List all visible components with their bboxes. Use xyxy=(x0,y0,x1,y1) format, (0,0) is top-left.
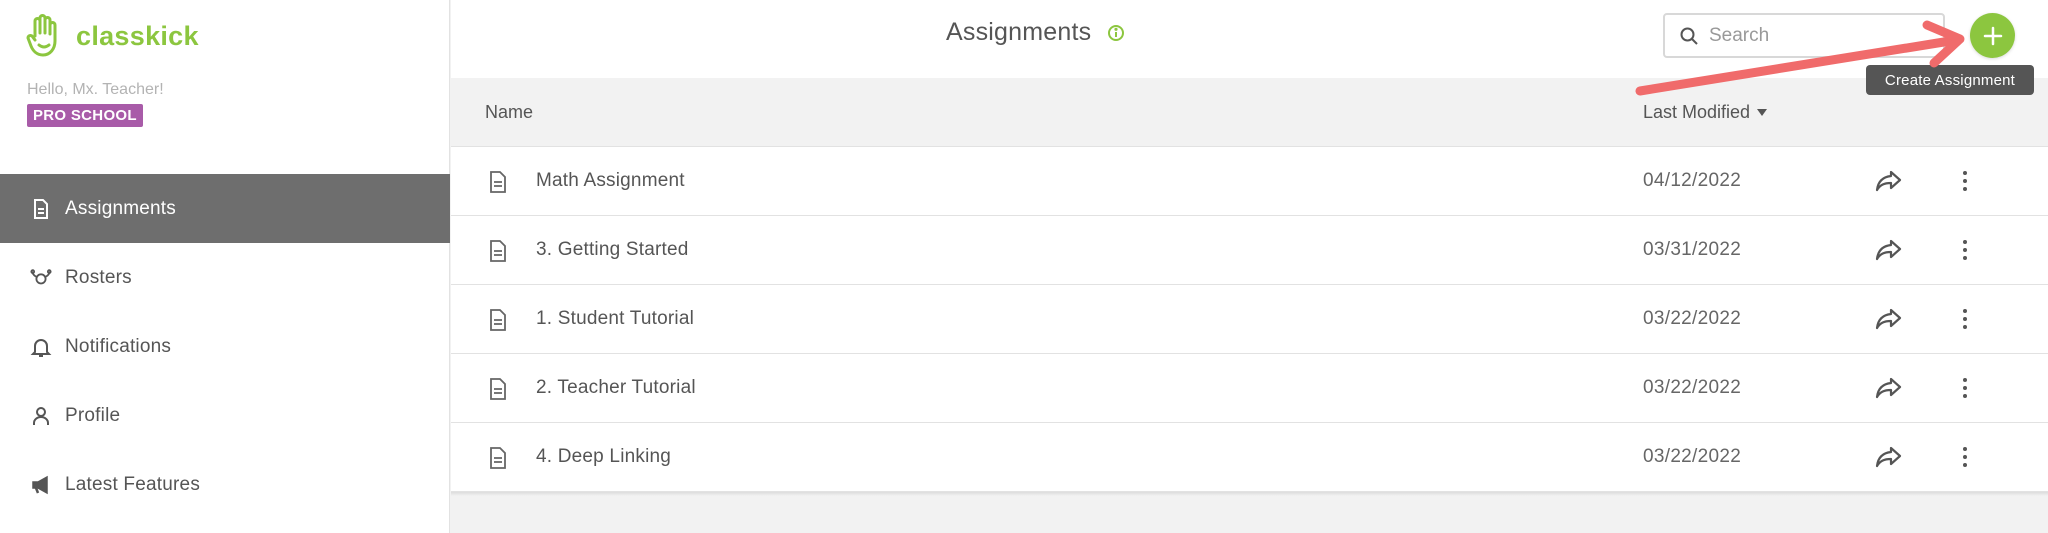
table-row[interactable]: 1. Student Tutorial 03/22/2022 xyxy=(451,285,2048,354)
hand-logo-icon xyxy=(26,14,57,57)
page-title-group: Assignments xyxy=(946,18,1125,47)
table-row[interactable]: 3. Getting Started 03/31/2022 xyxy=(451,216,2048,285)
sidebar-item-rosters[interactable]: Rosters xyxy=(0,243,450,312)
share-icon[interactable] xyxy=(1875,306,1903,332)
roster-icon xyxy=(30,268,52,284)
sidebar-item-assignments[interactable]: Assignments xyxy=(0,174,450,243)
more-options-icon[interactable] xyxy=(1960,238,1970,262)
info-icon[interactable] xyxy=(1107,24,1125,42)
sidebar-item-label: Profile xyxy=(65,404,121,426)
assignment-date: 03/22/2022 xyxy=(1643,377,1742,398)
more-options-icon[interactable] xyxy=(1960,307,1970,331)
person-icon xyxy=(33,406,49,425)
more-options-icon[interactable] xyxy=(1960,376,1970,400)
share-icon[interactable] xyxy=(1875,375,1903,401)
assignment-date: 03/22/2022 xyxy=(1643,446,1742,467)
sidebar-item-label: Assignments xyxy=(65,197,176,219)
sidebar-item-latest-features[interactable]: Latest Features xyxy=(0,450,450,519)
greeting-text: Hello, Mx. Teacher! xyxy=(27,81,164,98)
share-icon[interactable] xyxy=(1875,444,1903,470)
create-assignment-tooltip: Create Assignment xyxy=(1866,65,2034,95)
assignment-date: 04/12/2022 xyxy=(1643,170,1742,191)
assignment-name[interactable]: 2. Teacher Tutorial xyxy=(536,377,696,399)
table-header: Name Last Modified xyxy=(451,78,2048,147)
column-header-last-modified[interactable]: Last Modified xyxy=(1643,102,1768,123)
sidebar-item-label: Rosters xyxy=(65,266,132,288)
page-title: Assignments xyxy=(946,18,1092,46)
sidebar-item-profile[interactable]: Profile xyxy=(0,381,450,450)
create-assignment-button[interactable] xyxy=(1970,13,2015,58)
document-icon xyxy=(490,309,506,331)
column-header-name[interactable]: Name xyxy=(485,102,533,123)
assignment-date: 03/22/2022 xyxy=(1643,308,1742,329)
assignment-name[interactable]: 4. Deep Linking xyxy=(536,446,671,468)
classkick-logo[interactable]: classkick xyxy=(26,14,199,58)
share-icon[interactable] xyxy=(1875,168,1903,194)
more-options-icon[interactable] xyxy=(1960,169,1970,193)
top-header: Assignments xyxy=(451,0,2048,78)
bell-icon xyxy=(30,338,52,357)
assignment-name[interactable]: 1. Student Tutorial xyxy=(536,308,694,330)
megaphone-icon xyxy=(32,475,48,494)
assignment-name[interactable]: Math Assignment xyxy=(536,170,685,192)
share-icon[interactable] xyxy=(1875,237,1903,263)
search-input[interactable] xyxy=(1709,24,1929,47)
table-row[interactable]: 2. Teacher Tutorial 03/22/2022 xyxy=(451,354,2048,423)
sort-caret-icon xyxy=(1757,109,1768,116)
sidebar: classkick Hello, Mx. Teacher! PRO SCHOOL… xyxy=(0,0,450,533)
assignment-name[interactable]: 3. Getting Started xyxy=(536,239,689,261)
column-header-label: Last Modified xyxy=(1643,102,1751,122)
assignments-table: Name Last Modified Math Assignment 04/12… xyxy=(451,78,2048,496)
sidebar-nav: Assignments Rosters Notifications Profil… xyxy=(0,174,450,519)
sidebar-item-label: Notifications xyxy=(65,335,172,357)
sidebar-item-notifications[interactable]: Notifications xyxy=(0,312,450,381)
table-row[interactable]: 4. Deep Linking 03/22/2022 xyxy=(451,423,2048,492)
table-row[interactable]: Math Assignment 04/12/2022 xyxy=(451,147,2048,216)
sidebar-item-label: Latest Features xyxy=(65,473,201,495)
more-options-icon[interactable] xyxy=(1960,445,1970,469)
assignment-date: 03/31/2022 xyxy=(1643,239,1742,260)
document-icon xyxy=(490,171,506,193)
search-icon xyxy=(1680,27,1698,45)
document-icon xyxy=(490,240,506,262)
plan-badge: PRO SCHOOL xyxy=(27,104,143,127)
plus-icon xyxy=(1983,26,2002,45)
table-bottom-shadow xyxy=(451,492,2048,496)
document-icon xyxy=(490,378,506,400)
document-icon xyxy=(34,198,48,219)
logo-text: classkick xyxy=(76,20,199,51)
document-icon xyxy=(490,447,506,469)
search-box[interactable] xyxy=(1663,13,1945,58)
